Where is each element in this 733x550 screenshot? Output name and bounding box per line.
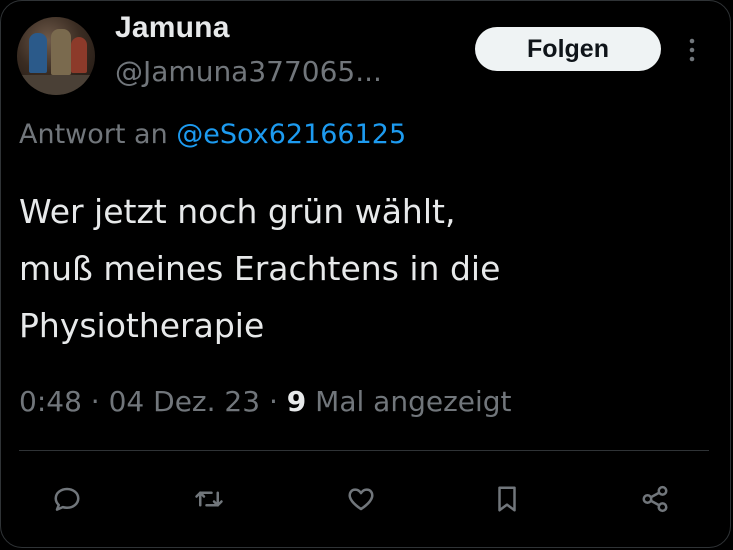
divider (19, 450, 709, 451)
like-icon[interactable] (341, 479, 381, 519)
meta-separator: · (90, 385, 100, 418)
author-handle[interactable]: @Jamuna377065... (115, 55, 382, 88)
reply-prefix: Antwort an (19, 119, 168, 150)
tweet-text-line: Wer jetzt noch grün wählt, (19, 192, 456, 231)
avatar-person-2 (51, 29, 71, 75)
tweet-text-line: Physiotherapie (19, 306, 265, 345)
tweet-meta: 0:48 · 04 Dez. 23 · 9 Mal angezeigt (19, 385, 512, 418)
share-icon[interactable] (635, 479, 675, 519)
retweet-icon[interactable] (189, 479, 229, 519)
author-name[interactable]: Jamuna (115, 11, 230, 45)
tweet-date[interactable]: 04 Dez. 23 (109, 385, 260, 418)
reply-icon[interactable] (47, 479, 87, 519)
more-options-icon[interactable] (685, 35, 699, 65)
follow-button[interactable]: Folgen (475, 27, 661, 71)
avatar-person-3 (71, 37, 87, 73)
tweet-time[interactable]: 0:48 (19, 385, 82, 418)
avatar-ground (17, 75, 95, 95)
views-label: Mal angezeigt (315, 385, 512, 418)
reply-context: Antwort an @eSox62166125 (19, 119, 406, 150)
meta-separator: · (268, 385, 278, 418)
tweet-text-line: muß meines Erachtens in die (19, 249, 501, 288)
tweet-text: Wer jetzt noch grün wählt, muß meines Er… (19, 183, 709, 354)
reply-mention-link[interactable]: @eSox62166125 (176, 119, 406, 150)
views-count: 9 (286, 385, 307, 418)
tweet-card: Jamuna @Jamuna377065... Folgen Antwort a… (0, 0, 731, 548)
avatar-person-1 (29, 33, 47, 73)
bookmark-icon[interactable] (487, 479, 527, 519)
action-bar (1, 471, 733, 527)
avatar[interactable] (17, 17, 95, 95)
